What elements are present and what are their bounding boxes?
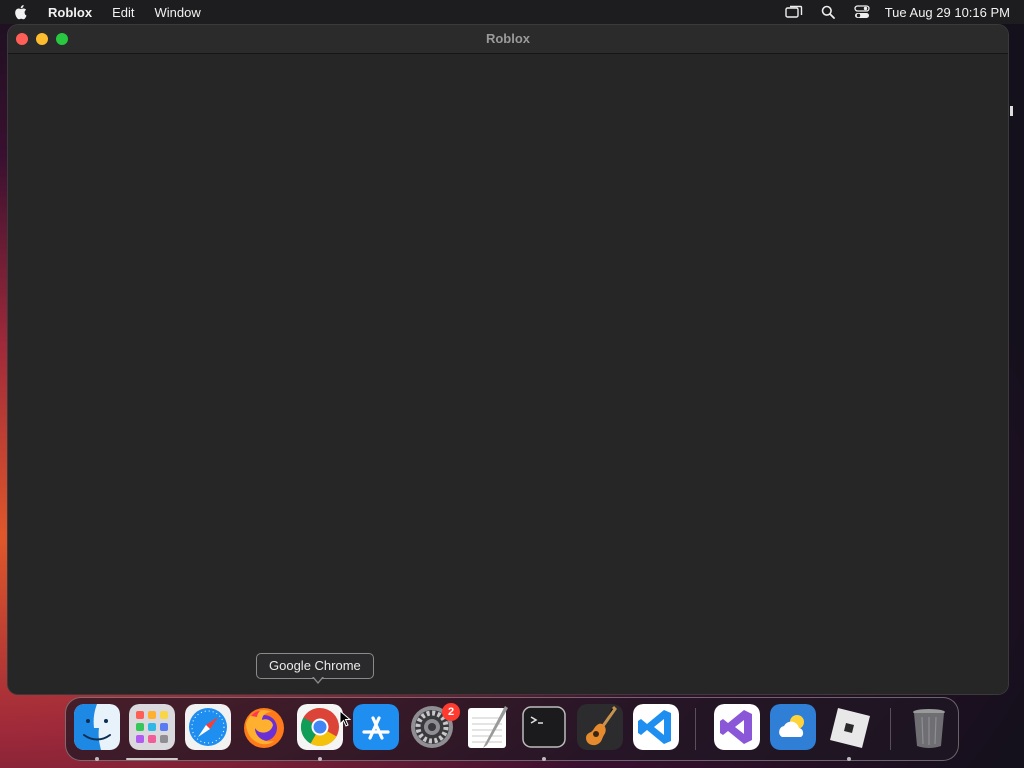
minimize-window-button[interactable] (36, 33, 48, 45)
app-store-icon (353, 704, 399, 750)
dock-google-chrome[interactable] (297, 704, 343, 750)
window-title: Roblox (485, 31, 531, 46)
roblox-window: Roblox (8, 25, 1008, 694)
dock-vscode[interactable] (633, 704, 679, 750)
screen-mirroring-icon[interactable] (785, 4, 803, 20)
menu-window[interactable]: Window (154, 5, 200, 20)
dock: 2 (65, 697, 959, 761)
terminal-icon (522, 706, 566, 748)
window-titlebar[interactable]: Roblox (8, 25, 1008, 54)
dock-separator (695, 708, 696, 750)
vscode-icon (633, 704, 679, 750)
dock-garageband[interactable] (577, 704, 623, 750)
dock-textedit[interactable] (465, 704, 511, 750)
running-indicator-chrome (318, 757, 322, 761)
background-window-edge (1010, 106, 1013, 116)
weather-icon (770, 704, 816, 750)
apple-menu-icon[interactable] (14, 4, 30, 20)
dock-launchpad[interactable] (129, 704, 175, 750)
firefox-icon (244, 708, 284, 748)
dock-firefox[interactable] (241, 704, 287, 750)
menu-bar: Roblox Edit Window Tue Aug 29 10:16 PM (0, 0, 1024, 24)
safari-icon (185, 704, 231, 750)
dock-visual-studio[interactable] (714, 704, 760, 750)
window-content-area[interactable] (8, 54, 1008, 694)
launchpad-indicator-bar (126, 758, 178, 760)
mouse-cursor-icon (339, 710, 351, 727)
textedit-icon (468, 706, 508, 748)
roblox-icon (830, 708, 870, 748)
dock-roblox[interactable] (826, 704, 872, 750)
dock-terminal[interactable] (521, 704, 567, 750)
finder-icon (74, 704, 120, 750)
running-indicator-finder (95, 757, 99, 761)
close-window-button[interactable] (16, 33, 28, 45)
menu-bar-clock[interactable]: Tue Aug 29 10:16 PM (885, 5, 1010, 20)
guitar-icon (577, 704, 623, 750)
system-settings-badge: 2 (442, 703, 460, 721)
menu-app-name[interactable]: Roblox (48, 5, 92, 20)
dock-trash[interactable] (906, 704, 952, 750)
traffic-lights (16, 33, 76, 45)
running-indicator-terminal (542, 757, 546, 761)
dock-finder[interactable] (74, 704, 120, 750)
dock-weather[interactable] (770, 704, 816, 750)
menu-edit[interactable]: Edit (112, 5, 134, 20)
dock-safari[interactable] (185, 704, 231, 750)
running-indicator-roblox (847, 757, 851, 761)
control-center-icon[interactable] (853, 4, 871, 20)
dock-tooltip-arrow (312, 676, 324, 684)
trash-icon (913, 709, 945, 748)
dock-separator (890, 708, 891, 750)
maximize-window-button[interactable] (56, 33, 68, 45)
launchpad-icon (129, 704, 175, 750)
dock-app-store[interactable] (353, 704, 399, 750)
visual-studio-icon (714, 704, 760, 750)
chrome-icon (297, 704, 343, 750)
status-area: Tue Aug 29 10:16 PM (769, 4, 1010, 20)
spotlight-search-icon[interactable] (819, 4, 837, 20)
